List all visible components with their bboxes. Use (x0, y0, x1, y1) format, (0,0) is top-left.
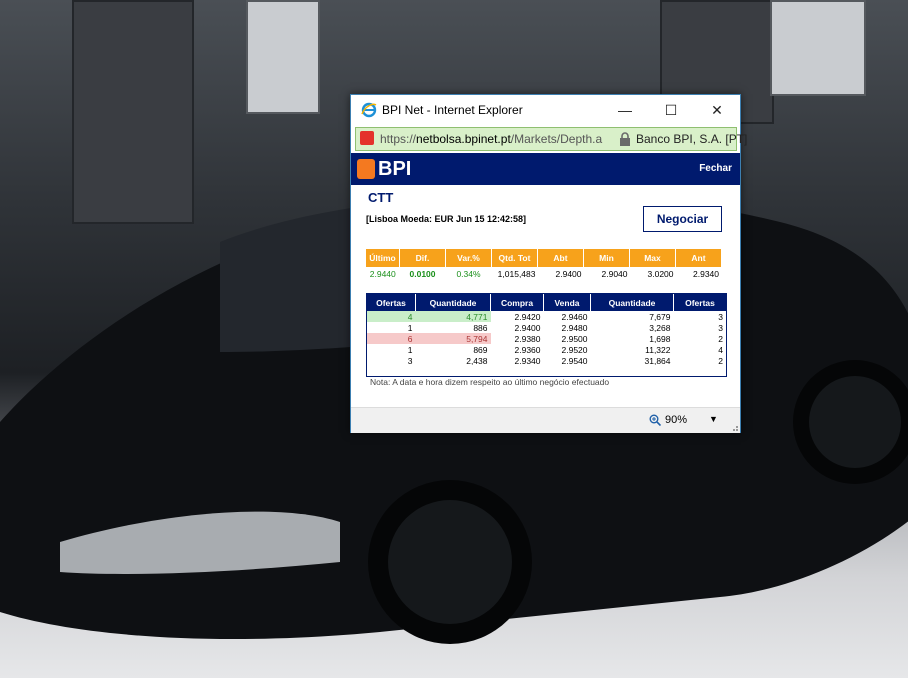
stock-symbol: CTT (368, 190, 394, 205)
trade-button[interactable]: Negociar (643, 206, 722, 232)
ask-orders: 2 (718, 355, 723, 366)
quote-header-diff: Dif. (399, 249, 446, 267)
ie-window: BPI Net - Internet Explorer — ☐ ✕ https:… (350, 94, 747, 433)
quote-min-value: 2.9040 (601, 269, 628, 279)
quote-header-prev: Ant (675, 249, 721, 267)
order-book-row: 6 5,794 2.9380 2.9500 1,698 2 (367, 333, 726, 344)
quote-open-value: 2.9400 (555, 269, 582, 279)
quote-max-value: 3.0200 (647, 269, 674, 279)
close-link[interactable]: Fechar (699, 163, 732, 174)
bpi-logo-mark-icon (357, 159, 375, 179)
bid-orders: 4 (367, 311, 416, 322)
ask-quantity: 31,864 (644, 355, 671, 366)
bid-quantity: 886 (473, 322, 488, 333)
address-bar[interactable]: https://netbolsa.bpinet.pt/Markets/Depth… (355, 127, 747, 151)
quote-var-value: 0.34% (456, 269, 481, 279)
order-book-header-row: Ofertas Quantidade Compra Venda Quantida… (367, 294, 726, 311)
ask-price: 2.9520 (561, 344, 588, 355)
ie-icon (361, 102, 377, 118)
bid-price: 2.9360 (514, 344, 541, 355)
order-book-row: 4 4,771 2.9420 2.9460 7,679 3 (367, 311, 726, 322)
ask-price: 2.9460 (561, 311, 588, 322)
fuel-pump-head-right (770, 0, 866, 96)
footnote: Nota: A data e hora dizem respeito ao úl… (370, 377, 610, 387)
quote-header-max: Max (629, 249, 676, 267)
quote-table: Último Dif. Var.% Qtd. Tot Abt Min Max A… (366, 249, 721, 281)
header-ask-price: Venda (543, 294, 591, 311)
page-content: BPI Fechar CTT [Lisboa Moeda: EUR Jun 15… (351, 153, 740, 407)
header-ask-quantity: Quantidade (590, 294, 674, 311)
bpi-header: BPI Fechar (351, 153, 740, 185)
status-bar: 90% ▼ (351, 407, 740, 433)
bid-price: 2.9420 (514, 311, 541, 322)
ask-price: 2.9540 (561, 355, 588, 366)
ask-quantity: 11,322 (645, 344, 671, 355)
order-book-row: 3 2,438 2.9340 2.9540 31,864 2 (367, 355, 726, 366)
quote-diff-value: 0.0100 (409, 269, 436, 279)
quote-header-min: Min (583, 249, 630, 267)
stock-info: [Lisboa Moeda: EUR Jun 15 12:42:58] (366, 214, 527, 224)
close-window-button[interactable]: ✕ (694, 95, 740, 125)
quote-total-qty-value: 1,015,483 (497, 269, 536, 279)
bid-orders: 6 (367, 333, 416, 344)
zoom-dropdown-icon[interactable]: ▼ (709, 414, 718, 424)
title-bar[interactable]: BPI Net - Internet Explorer — ☐ ✕ (351, 95, 740, 125)
bid-orders: 3 (407, 355, 413, 366)
ask-orders: 2 (718, 333, 723, 344)
ask-price: 2.9480 (561, 322, 588, 333)
lock-icon[interactable] (619, 132, 631, 146)
header-ask-orders: Ofertas (673, 294, 726, 311)
header-bid-quantity: Quantidade (415, 294, 491, 311)
quote-last-value: 2.9440 (369, 269, 396, 279)
ask-quantity: 7,679 (649, 311, 671, 322)
bpi-favicon-icon (360, 131, 374, 145)
bid-orders: 1 (407, 344, 413, 355)
quote-header-row: Último Dif. Var.% Qtd. Tot Abt Min Max A… (366, 249, 721, 267)
order-book-row: 1 886 2.9400 2.9480 3,268 3 (367, 322, 726, 333)
order-book-table: Ofertas Quantidade Compra Venda Quantida… (367, 294, 726, 366)
quote-values-row: 2.9440 0.0100 0.34% 1,015,483 2.9400 2.9… (366, 267, 721, 281)
zoom-level[interactable]: 90% (665, 414, 687, 426)
bid-quantity: 4,771 (415, 311, 491, 322)
order-book: Ofertas Quantidade Compra Venda Quantida… (366, 293, 727, 377)
quote-header-open: Abt (537, 249, 584, 267)
window-title: BPI Net - Internet Explorer (382, 103, 523, 117)
ask-price: 2.9500 (561, 333, 588, 344)
bid-price: 2.9400 (514, 322, 541, 333)
maximize-button[interactable]: ☐ (648, 95, 694, 125)
url-domain: netbolsa.bpinet.pt (416, 132, 511, 146)
resize-grip-icon[interactable] (730, 423, 738, 431)
quote-prev-value: 2.9340 (693, 269, 719, 279)
ask-orders: 4 (718, 344, 723, 355)
bpi-logo: BPI (357, 158, 417, 180)
bid-quantity: 869 (473, 344, 488, 355)
bid-quantity: 2,438 (466, 355, 488, 366)
ask-orders: 3 (718, 322, 723, 333)
quote-header-total-qty: Qtd. Tot (491, 249, 538, 267)
bpi-logo-text: BPI (378, 157, 412, 180)
order-book-row: 1 869 2.9360 2.9520 11,322 4 (367, 344, 726, 355)
site-identity[interactable]: Banco BPI, S.A. [PT] (636, 132, 747, 146)
header-bid-orders: Ofertas (367, 294, 416, 311)
bid-quantity: 5,794 (415, 333, 491, 344)
quote-header-var: Var.% (445, 249, 492, 267)
zoom-icon[interactable] (649, 414, 661, 426)
header-bid-price: Compra (490, 294, 544, 311)
bid-price: 2.9380 (514, 333, 541, 344)
bid-orders: 1 (407, 322, 413, 333)
ask-quantity: 3,268 (649, 322, 671, 333)
bid-price: 2.9340 (514, 355, 541, 366)
url-text[interactable]: https://netbolsa.bpinet.pt/Markets/Depth… (380, 132, 602, 146)
url-protocol: https:// (380, 132, 417, 146)
ask-orders: 3 (718, 311, 723, 322)
quote-header-last: Último (366, 249, 400, 267)
minimize-button[interactable]: — (602, 95, 648, 125)
url-path: /Markets/Depth.a (510, 132, 603, 146)
ask-quantity: 1,698 (649, 333, 671, 344)
